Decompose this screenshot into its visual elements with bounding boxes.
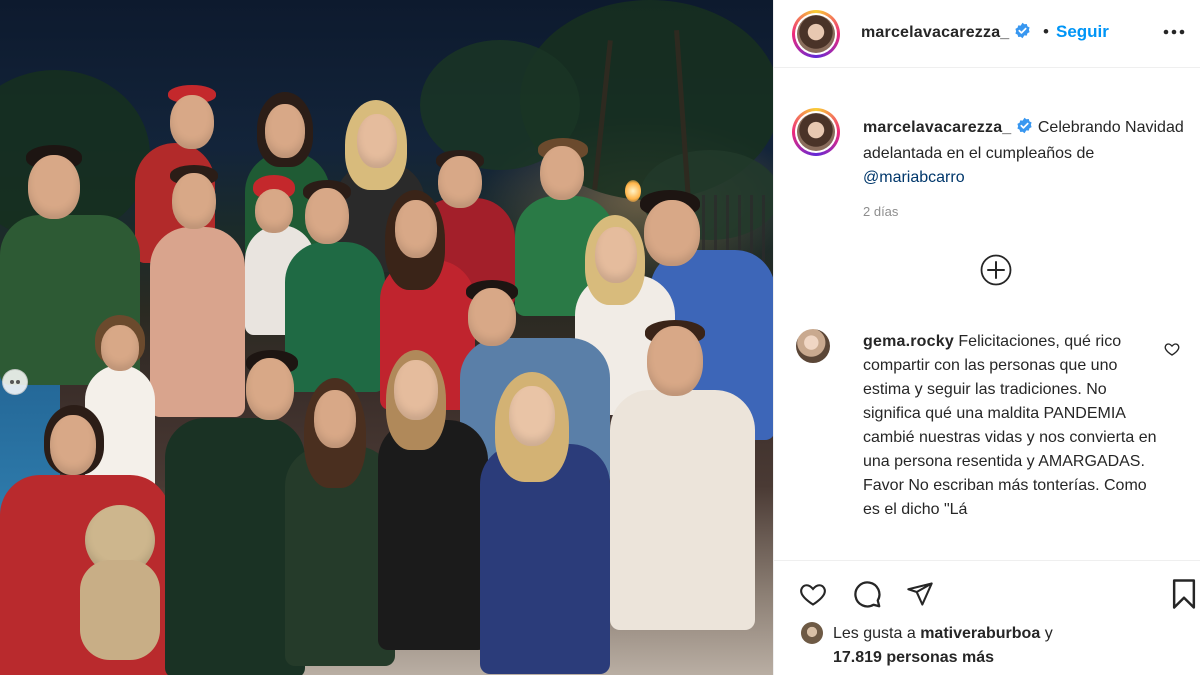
post-timestamp[interactable]: 2 días <box>863 204 898 219</box>
post-sidebar: marcelavacarezza_ • Seguir marcelavacare… <box>773 0 1200 675</box>
share-paper-plane-icon[interactable] <box>903 577 937 611</box>
post-actions: Les gusta a mativeraburboa y 17.819 pers… <box>774 560 1200 675</box>
caption-mention-link[interactable]: @mariabcarro <box>863 169 965 186</box>
verified-badge-icon <box>1016 117 1033 142</box>
follow-button[interactable]: Seguir <box>1056 22 1109 42</box>
likes-prefix: Les gusta a <box>833 625 916 642</box>
author-name-row: marcelavacarezza_ <box>861 22 1031 44</box>
comment-item: gema.rocky Felicitaciones, qué rico comp… <box>774 325 1200 557</box>
author-avatar[interactable] <box>792 10 840 58</box>
likes-summary: Les gusta a mativeraburboa y 17.819 pers… <box>833 622 1053 670</box>
post-header: marcelavacarezza_ • Seguir <box>774 0 1200 68</box>
author-username[interactable]: marcelavacarezza_ <box>861 24 1009 41</box>
liker-username[interactable]: mativeraburboa <box>920 625 1040 642</box>
like-heart-icon[interactable] <box>796 577 830 611</box>
commenter-username[interactable]: gema.rocky <box>863 333 954 350</box>
caption: marcelavacarezza_ Celebrando Navidad ade… <box>863 116 1188 190</box>
more-options-icon[interactable] <box>1159 20 1189 44</box>
verified-badge-icon <box>1014 22 1031 44</box>
comment-like-heart-icon[interactable] <box>1164 341 1180 362</box>
carousel-indicator[interactable] <box>2 369 28 395</box>
liker-avatar[interactable] <box>801 622 823 644</box>
commenter-avatar[interactable] <box>796 329 830 363</box>
post-photo[interactable] <box>0 0 773 675</box>
comment-body: gema.rocky Felicitaciones, qué rico comp… <box>863 330 1163 522</box>
caption-username[interactable]: marcelavacarezza_ <box>863 119 1011 136</box>
load-more-comments-icon[interactable] <box>980 254 1012 286</box>
lamp-light <box>625 180 641 202</box>
separator-dot: • <box>1043 22 1049 41</box>
dots-icon <box>10 380 20 384</box>
likes-conjunction: y <box>1044 625 1053 642</box>
save-bookmark-icon[interactable] <box>1167 577 1200 611</box>
comment-bubble-icon[interactable] <box>850 577 884 611</box>
comment-text: Felicitaciones, qué rico compartir con l… <box>863 333 1157 518</box>
caption-author-avatar[interactable] <box>792 108 840 156</box>
likes-count[interactable]: 17.819 personas más <box>833 649 994 666</box>
